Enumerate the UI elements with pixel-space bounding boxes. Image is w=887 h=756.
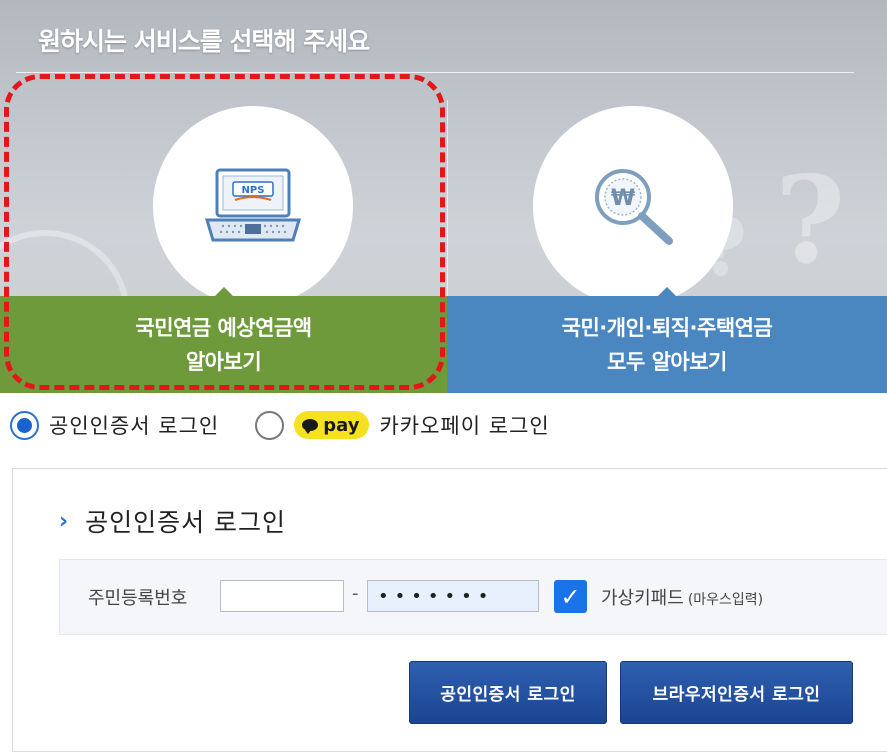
strip-pointer	[214, 287, 233, 296]
all-pension-line2: 모두 알아보기	[607, 349, 727, 374]
panel-title: › 공인인증서 로그인	[59, 503, 286, 539]
kakaopay-badge-text: pay	[323, 414, 360, 436]
cert-login-button[interactable]: 공인인증서 로그인	[409, 661, 607, 724]
expected-pension-line1: 국민연금 예상연금액	[135, 315, 312, 340]
radio-dot	[17, 417, 32, 433]
chevron-right-icon: ›	[59, 508, 70, 534]
resident-number-front-input[interactable]	[220, 580, 344, 612]
laptop-nps-icon: NPS	[204, 168, 302, 242]
magnifier-circle: ₩	[533, 106, 733, 306]
login-method-selector: 공인인증서 로그인 pay 카카오페이 로그인	[10, 408, 550, 442]
expected-pension-line2: 알아보기	[185, 349, 262, 374]
strip-pointer	[658, 287, 676, 296]
all-pension-strip[interactable]: 국민·개인·퇴직·주택연금 모두 알아보기	[447, 287, 887, 393]
expected-pension-card[interactable]: NPS 국민연금 예상연금액 알아보기	[0, 96, 447, 393]
cert-login-panel: › 공인인증서 로그인 주민등록번호 - ••••••• ✓ 가상키패드 (마우스…	[12, 468, 887, 752]
laptop-circle: NPS	[153, 106, 353, 306]
banner-divider	[16, 72, 854, 73]
virtual-keypad-sublabel: (마우스입력)	[687, 592, 764, 608]
all-pension-line1: 국민·개인·퇴직·주택연금	[561, 315, 773, 340]
checkmark-icon: ✓	[560, 582, 581, 611]
cert-login-radio[interactable]	[10, 410, 39, 440]
browser-cert-login-button[interactable]: 브라우저인증서 로그인	[620, 661, 853, 724]
kakao-login-radio[interactable]	[255, 410, 285, 440]
svg-text:NPS: NPS	[242, 185, 265, 196]
panel-title-text: 공인인증서 로그인	[85, 508, 287, 537]
virtual-keypad-checkbox[interactable]: ✓	[554, 580, 587, 613]
resident-number-back-input[interactable]: •••••••	[367, 580, 539, 612]
virtual-keypad-label[interactable]: 가상키패드 (마우스입력)	[601, 584, 763, 610]
speech-bubble-icon	[302, 419, 319, 434]
virtual-keypad-label-text: 가상키패드	[601, 588, 684, 609]
banner-title: 원하시는 서비스를 선택해 주세요	[38, 27, 370, 56]
resident-number-dash: -	[352, 583, 359, 604]
all-pension-card[interactable]: ₩ 국민·개인·퇴직·주택연금 모두 알아보기	[447, 96, 887, 393]
kakaopay-badge: pay	[294, 411, 370, 439]
resident-number-row: 주민등록번호 - ••••••• ✓ 가상키패드 (마우스입력)	[59, 559, 887, 635]
resident-number-label: 주민등록번호	[88, 588, 188, 609]
service-banner: ? ? 원하시는 서비스를 선택해 주세요 NPS 국민연금 예상연금액 알	[0, 0, 887, 393]
svg-text:₩: ₩	[611, 186, 635, 211]
magnifier-won-icon: ₩	[595, 169, 673, 245]
expected-pension-strip[interactable]: 국민연금 예상연금액 알아보기	[0, 287, 447, 393]
cert-login-radio-label[interactable]: 공인인증서 로그인	[49, 410, 219, 440]
kakao-login-radio-label[interactable]: 카카오페이 로그인	[379, 410, 549, 440]
